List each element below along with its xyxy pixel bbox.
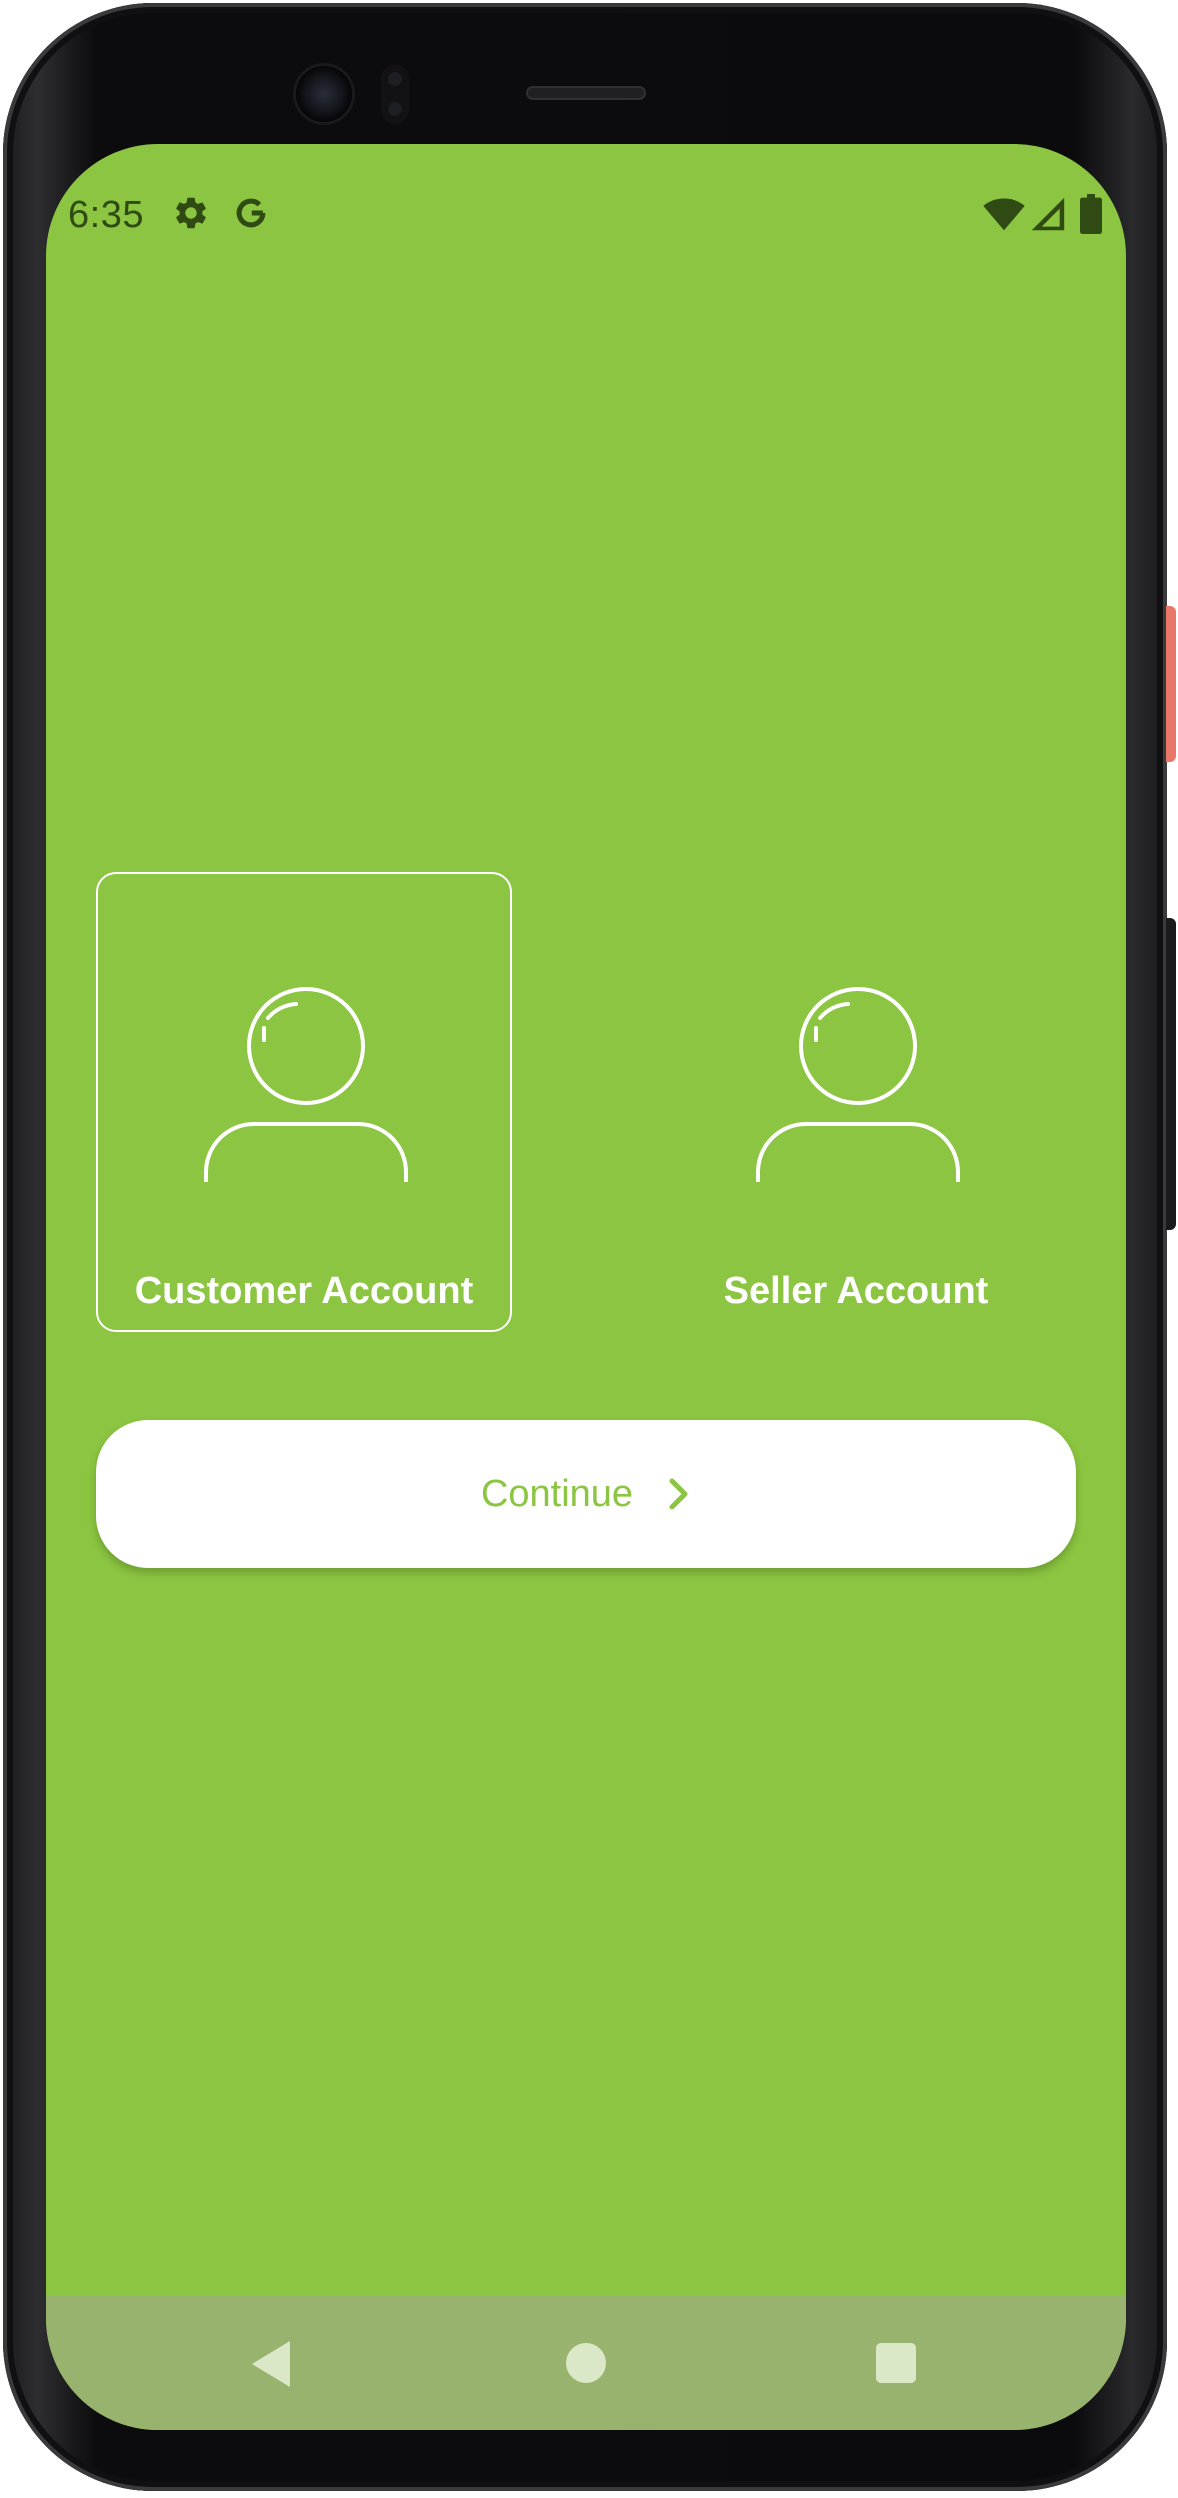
system-nav-bar (46, 2296, 1126, 2430)
home-icon[interactable] (566, 2343, 606, 2383)
earpiece-speaker (526, 86, 646, 100)
power-button (1166, 606, 1176, 762)
seller-account-label: Seller Account (723, 1270, 989, 1312)
seller-account-option[interactable]: Seller Account (648, 872, 1064, 1332)
person-outline-icon (756, 987, 960, 1182)
customer-account-option[interactable]: Customer Account (96, 872, 512, 1332)
person-outline-icon (204, 987, 408, 1182)
chevron-right-icon (669, 1478, 688, 1510)
back-icon[interactable] (252, 2341, 290, 2387)
recents-icon[interactable] (876, 2343, 916, 2383)
account-type-selection: Customer Account Seller Account Continue (46, 144, 1126, 2294)
front-camera (296, 66, 352, 122)
continue-label: Continue (480, 1472, 634, 1515)
volume-button (1166, 918, 1176, 1230)
proximity-sensor (381, 64, 409, 124)
customer-account-label: Customer Account (134, 1270, 474, 1312)
app-screen: 6:35 Customer Account Seller Account Con… (46, 144, 1126, 2430)
continue-button[interactable]: Continue (96, 1420, 1076, 1568)
